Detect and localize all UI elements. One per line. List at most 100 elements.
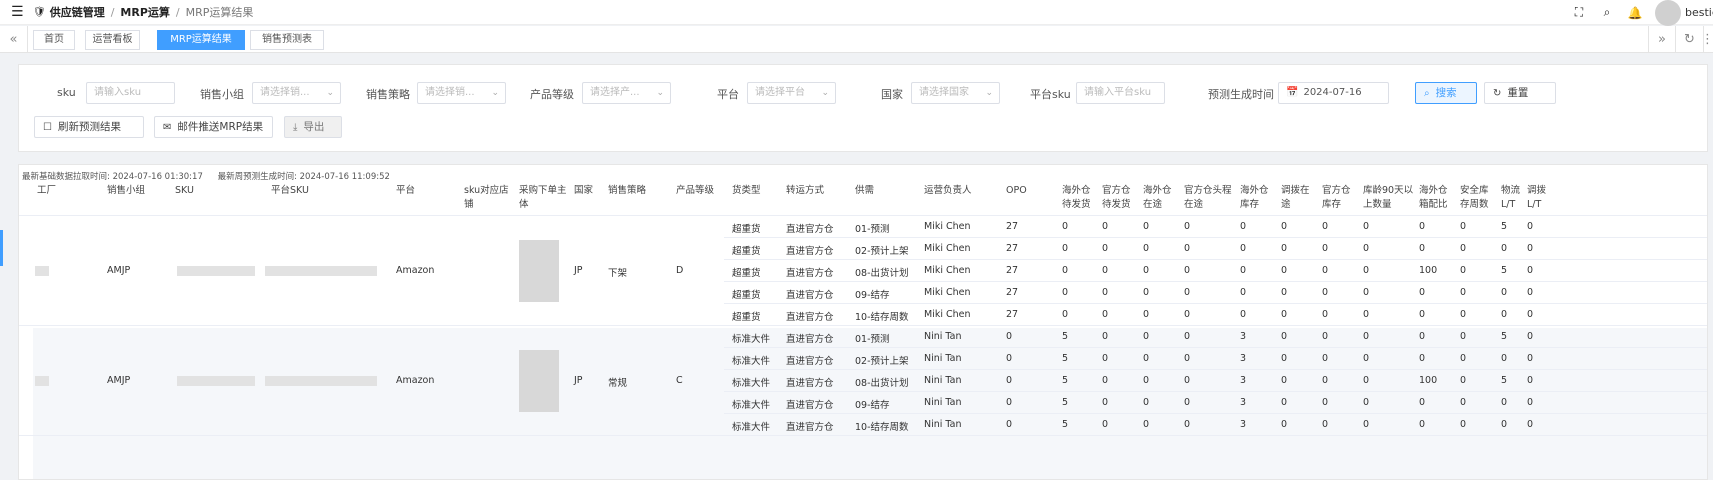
tab-home[interactable]: 首页 bbox=[33, 30, 75, 50]
cell-logistics-lt: 0 bbox=[1501, 419, 1508, 430]
search-icon[interactable]: ⌕ bbox=[1593, 5, 1621, 20]
cell-overseas-pending: 5 bbox=[1062, 419, 1069, 430]
cell-overseas-stock: 0 bbox=[1240, 243, 1247, 254]
column-header-transfer-transit: 调拨在途 bbox=[1281, 185, 1310, 210]
cell-official-transit: 0 bbox=[1184, 287, 1191, 298]
cell-supply-demand: 09-结存 bbox=[855, 290, 890, 301]
reset-button[interactable]: ↻ 重置 bbox=[1484, 82, 1556, 104]
breadcrumb-item-supply-chain[interactable]: 供应链管理 bbox=[50, 4, 105, 20]
tab-ops-dashboard[interactable]: 运营看板 bbox=[85, 30, 140, 50]
sales-strategy-label: 销售策略 bbox=[366, 88, 410, 101]
cell-overseas-transit: 0 bbox=[1143, 309, 1150, 320]
cell-transfer-mode: 直进官方仓 bbox=[786, 246, 834, 257]
cell-opo: 27 bbox=[1006, 309, 1019, 320]
cell-aged-90-qty: 0 bbox=[1363, 265, 1370, 276]
cell-overseas-transit: 0 bbox=[1143, 287, 1150, 298]
refresh-icon: ☐ bbox=[43, 122, 52, 133]
email-mrp-button[interactable]: ✉ 邮件推送MRP结果 bbox=[154, 116, 273, 138]
cell-official-stock: 0 bbox=[1322, 243, 1329, 254]
cell-logistics-lt: 5 bbox=[1501, 375, 1508, 386]
cell-transfer-transit: 0 bbox=[1281, 397, 1288, 408]
fullscreen-icon[interactable]: ⛶ bbox=[1565, 5, 1593, 20]
cell-overseas-pending: 5 bbox=[1062, 353, 1069, 364]
cell-overseas-stock: 3 bbox=[1240, 419, 1247, 430]
country-select[interactable]: 请选择国家 ⌄ bbox=[911, 82, 1000, 104]
cell-owner: Nini Tan bbox=[924, 331, 962, 342]
column-header-store: sku对应店铺 bbox=[464, 185, 509, 210]
product-level-select[interactable]: 请选择产... ⌄ bbox=[582, 82, 671, 104]
platform-label: 平台 bbox=[717, 88, 739, 101]
more-icon[interactable]: ⋮ bbox=[1701, 26, 1713, 53]
column-header-official-stock: 官方仓 库存 bbox=[1322, 185, 1351, 210]
cell-official-transit: 0 bbox=[1184, 331, 1191, 342]
cell-official-pending: 0 bbox=[1102, 309, 1109, 320]
scroll-right-icon[interactable]: » bbox=[1648, 26, 1676, 53]
cell-opo: 0 bbox=[1006, 419, 1013, 430]
cell-transfer-transit: 0 bbox=[1281, 221, 1288, 232]
forecast-date-picker[interactable]: 📅 2024-07-16 bbox=[1278, 82, 1389, 104]
tags-view-bar: « 首页 运营看板 MRP运算结果 销售预测表 » ↻ ⋮ bbox=[0, 26, 1713, 53]
mrp-result-table: 最新基础数据拉取时间: 2024-07-16 01:30:17 最新周预测生成时… bbox=[18, 164, 1708, 480]
sales-group-select[interactable]: 请选择销... ⌄ bbox=[252, 82, 341, 104]
cell-transfer-transit: 0 bbox=[1281, 353, 1288, 364]
cell-overseas-transit: 0 bbox=[1143, 243, 1150, 254]
cell-transfer-lt: 0 bbox=[1527, 309, 1534, 320]
cell-overseas-stock: 3 bbox=[1240, 331, 1247, 342]
cell-opo: 27 bbox=[1006, 265, 1019, 276]
cell-transfer-lt: 0 bbox=[1527, 265, 1534, 276]
cell-overseas-transit: 0 bbox=[1143, 397, 1150, 408]
cell-overseas-transit: 0 bbox=[1143, 375, 1150, 386]
cell-logistics-lt: 0 bbox=[1501, 353, 1508, 364]
row-divider bbox=[19, 435, 1707, 436]
cell-opo: 27 bbox=[1006, 221, 1019, 232]
avatar[interactable] bbox=[1655, 0, 1681, 26]
masked-cell bbox=[35, 266, 49, 276]
cell-overseas-transit: 0 bbox=[1143, 353, 1150, 364]
forecast-time-value: 2024-07-16 11:09:52 bbox=[299, 172, 390, 182]
cell-goods-type: 超重货 bbox=[732, 224, 761, 235]
cell-box-ratio: 0 bbox=[1419, 243, 1426, 254]
cell-aged-90-qty: 0 bbox=[1363, 221, 1370, 232]
cell-owner: Nini Tan bbox=[924, 397, 962, 408]
tab-sales-forecast[interactable]: 销售预测表 bbox=[250, 30, 324, 50]
platform-select[interactable]: 请选择平台 ⌄ bbox=[747, 82, 836, 104]
sales-strategy-select[interactable]: 请选择销... ⌄ bbox=[417, 82, 506, 104]
export-button[interactable]: ⤓ 导出 bbox=[284, 116, 342, 138]
cell-transfer-mode: 直进官方仓 bbox=[786, 268, 834, 279]
cell-official-pending: 0 bbox=[1102, 221, 1109, 232]
cell-overseas-stock: 3 bbox=[1240, 397, 1247, 408]
platform-sku-input[interactable]: 请输入平台sku bbox=[1076, 82, 1165, 104]
cell-transfer-mode: 直进官方仓 bbox=[786, 422, 834, 433]
cell-overseas-pending: 5 bbox=[1062, 375, 1069, 386]
cell-official-transit: 0 bbox=[1184, 419, 1191, 430]
cell-safety-weeks: 0 bbox=[1460, 309, 1467, 320]
cell-aged-90-qty: 0 bbox=[1363, 331, 1370, 342]
cell-safety-weeks: 0 bbox=[1460, 397, 1467, 408]
scroll-left-icon[interactable]: « bbox=[0, 26, 28, 53]
username[interactable]: bestie bbox=[1685, 6, 1713, 19]
cell-supply-demand: 02-预计上架 bbox=[855, 246, 909, 257]
search-button[interactable]: ⌕ 搜索 bbox=[1415, 82, 1477, 104]
row-divider bbox=[724, 237, 1707, 238]
bell-icon[interactable]: 🔔 bbox=[1621, 6, 1649, 20]
sku-input[interactable]: 请输入sku bbox=[86, 82, 175, 104]
cell-transfer-lt: 0 bbox=[1527, 331, 1534, 342]
cell-supply-demand: 10-结存周数 bbox=[855, 312, 909, 323]
breadcrumb-item-mrp[interactable]: MRP运算 bbox=[120, 4, 169, 20]
tab-mrp-result[interactable]: MRP运算结果 bbox=[157, 30, 245, 50]
cell-overseas-transit: 0 bbox=[1143, 419, 1150, 430]
cell-official-stock: 0 bbox=[1322, 419, 1329, 430]
supply-chain-icon: 🛡 bbox=[33, 6, 46, 18]
refresh-icon[interactable]: ↻ bbox=[1676, 26, 1704, 53]
cell-official-pending: 0 bbox=[1102, 419, 1109, 430]
masked-cell bbox=[519, 350, 559, 412]
column-header-factory: 工厂 bbox=[37, 185, 57, 196]
cell-overseas-pending: 0 bbox=[1062, 287, 1069, 298]
cell-transfer-mode: 直进官方仓 bbox=[786, 356, 834, 367]
hamburger-icon[interactable]: ☰ bbox=[11, 4, 33, 20]
cell-official-transit: 0 bbox=[1184, 353, 1191, 364]
refresh-forecast-button[interactable]: ☐ 刷新预测结果 bbox=[34, 116, 144, 138]
cell-logistics-lt: 5 bbox=[1501, 265, 1508, 276]
cell-transfer-mode: 直进官方仓 bbox=[786, 224, 834, 235]
cell-aged-90-qty: 0 bbox=[1363, 419, 1370, 430]
